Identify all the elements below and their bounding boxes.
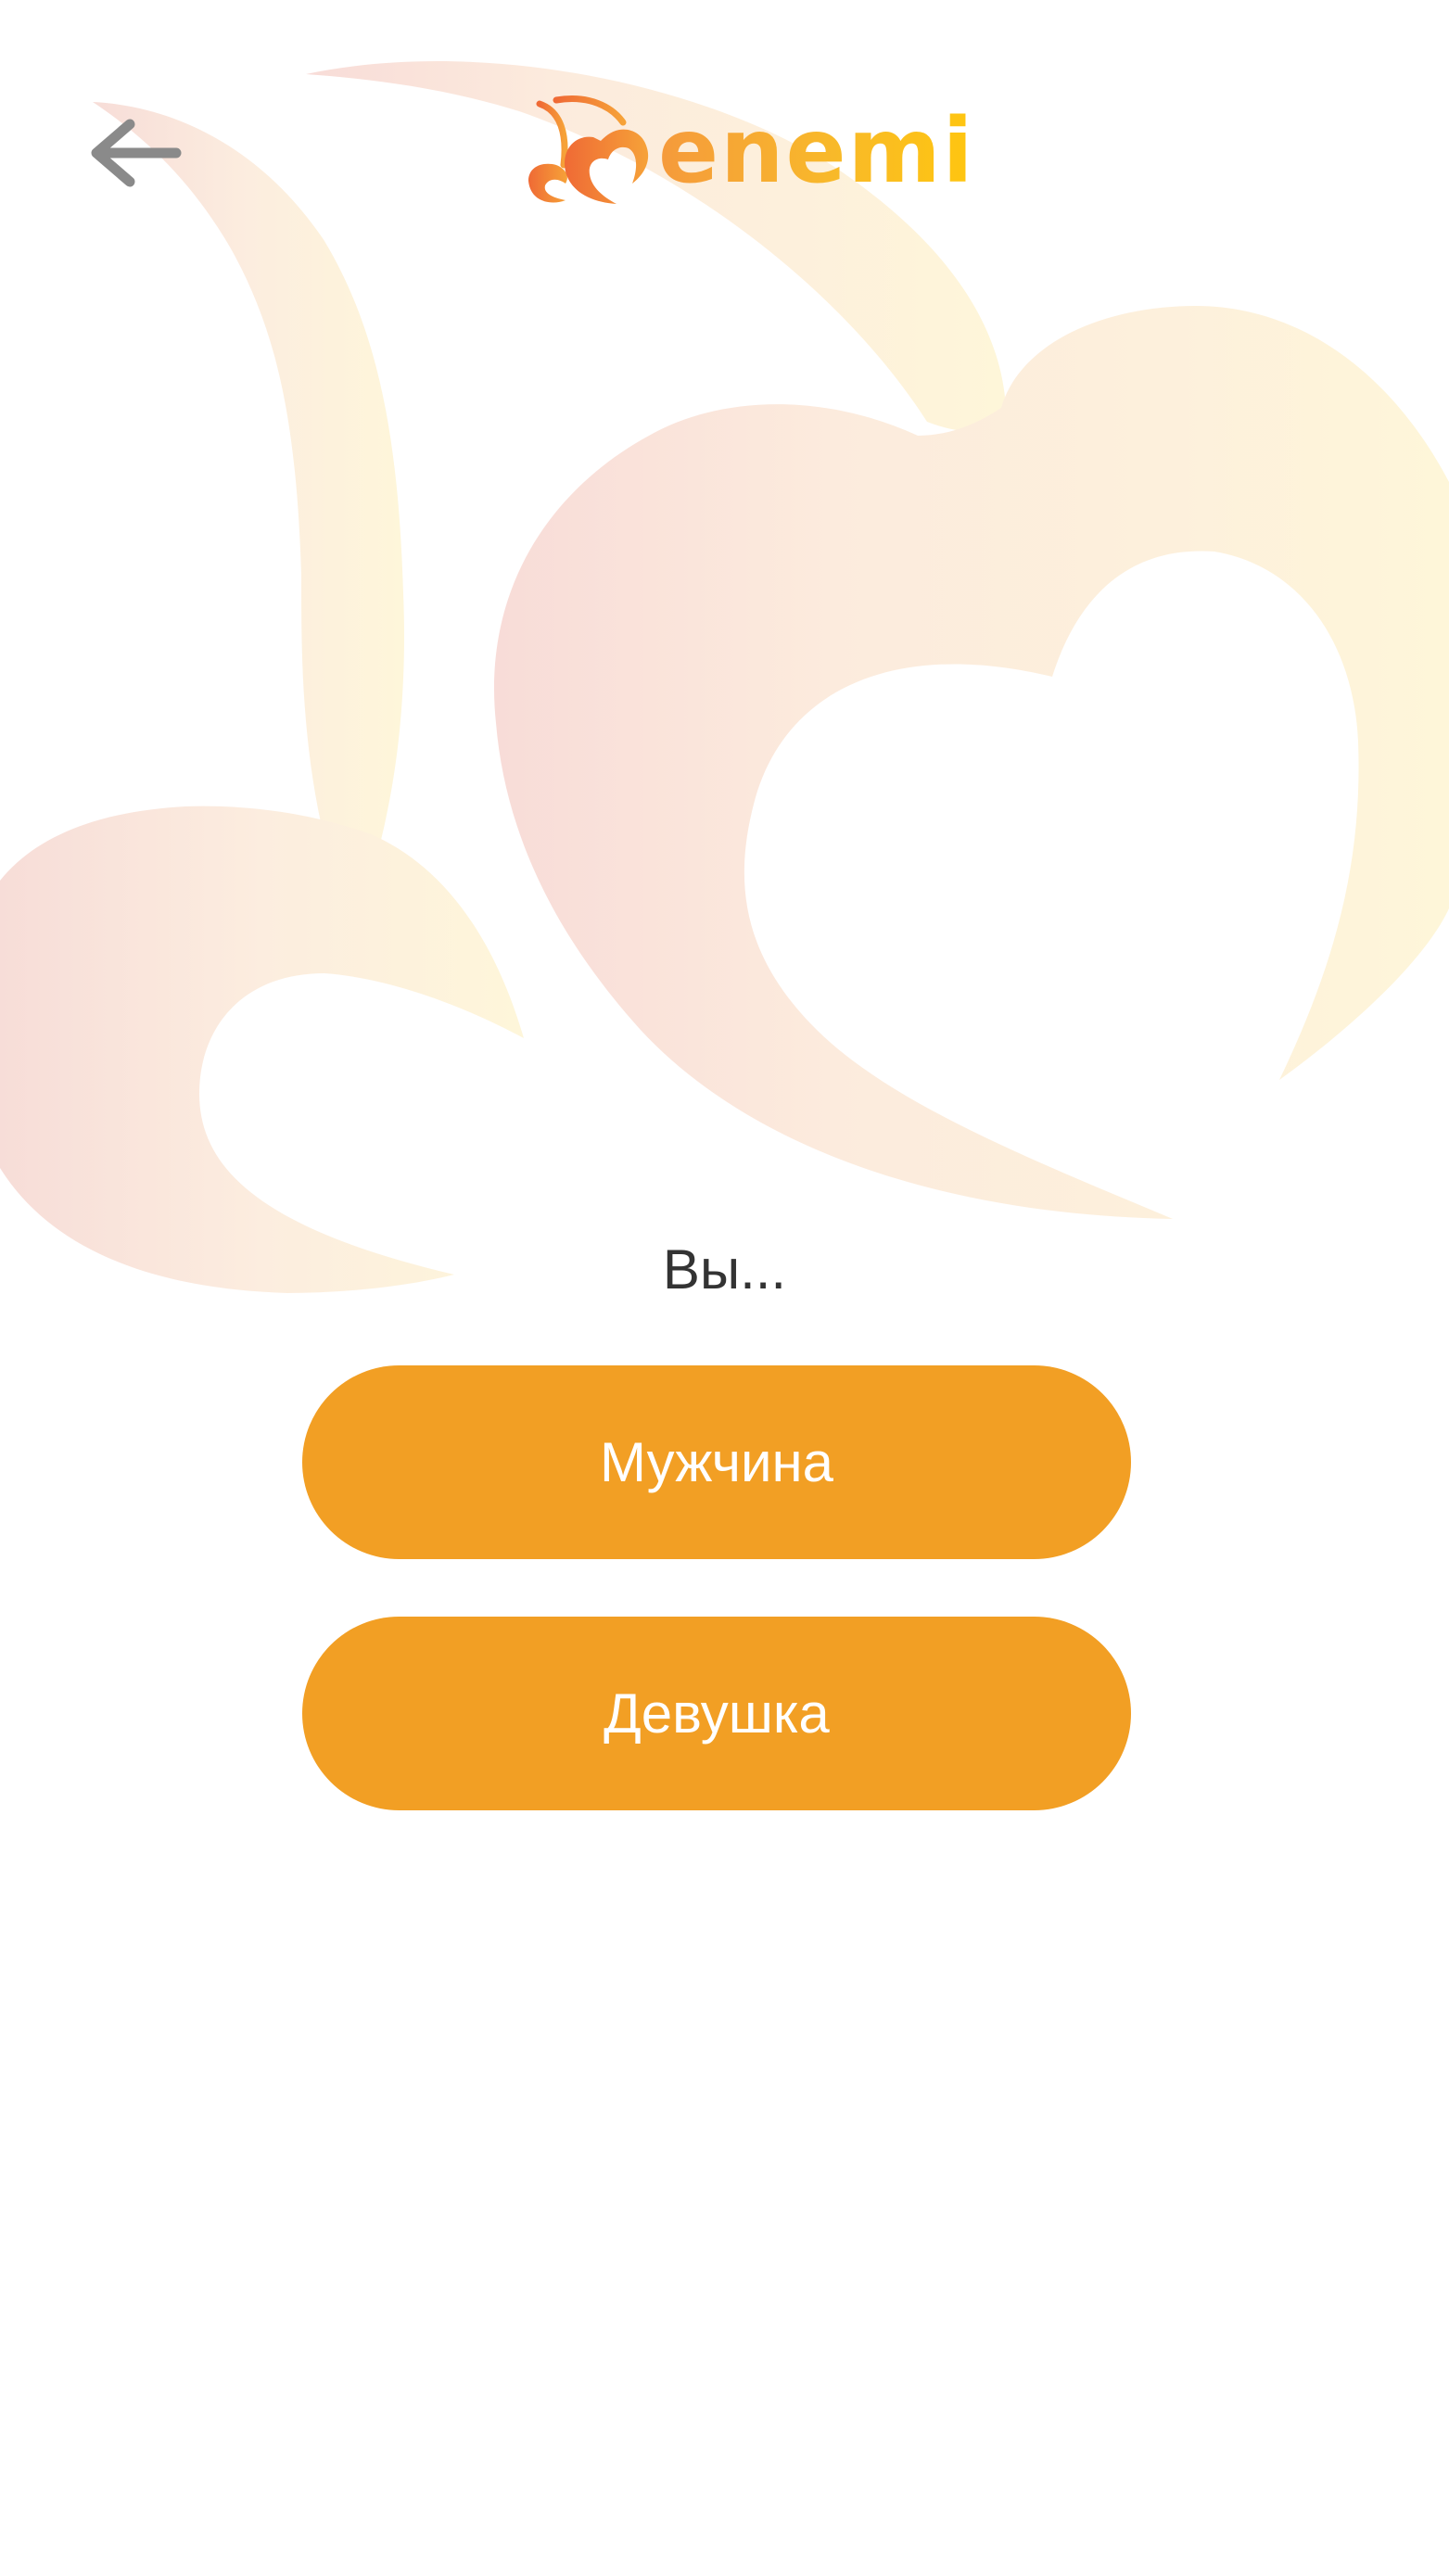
female-button[interactable]: Девушка [302, 1617, 1131, 1810]
gender-question: Вы... [662, 1238, 787, 1301]
logo-wordmark: enemi [658, 99, 975, 203]
cherry-logo-icon [528, 95, 649, 204]
gender-select-screen: enemi Вы... Мужчина Девушка [0, 0, 1449, 2576]
male-button-label: Мужчина [599, 1431, 834, 1493]
app-logo: enemi [519, 93, 973, 209]
female-button-label: Девушка [604, 1682, 830, 1745]
back-button[interactable] [74, 102, 195, 204]
male-button[interactable]: Мужчина [302, 1365, 1131, 1559]
arrow-left-icon [91, 119, 182, 187]
